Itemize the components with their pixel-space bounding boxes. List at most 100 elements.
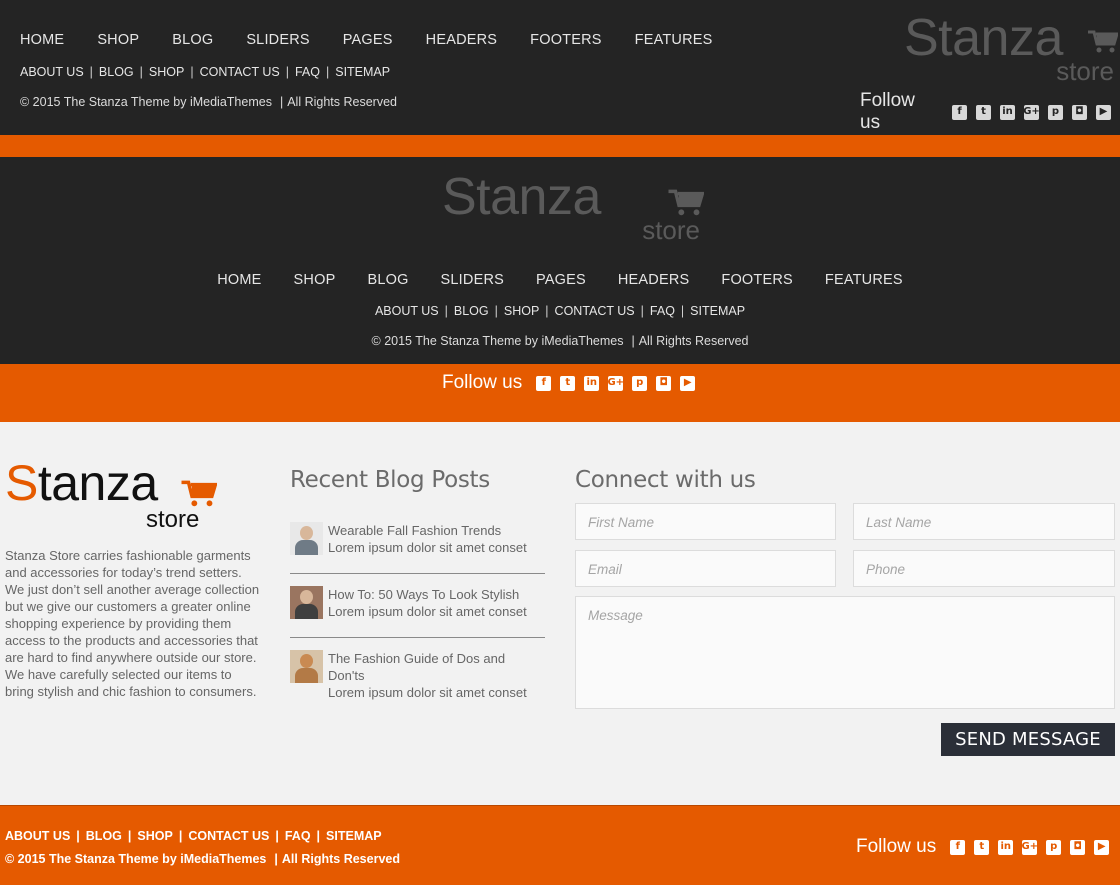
post-title[interactable]: The Fashion Guide of Dos and Don'ts <box>328 650 545 684</box>
facebook-icon[interactable]: f <box>536 375 552 391</box>
link-faq[interactable]: FAQ <box>295 65 320 79</box>
twitter-icon[interactable]: t <box>560 375 576 391</box>
follow-us: Follow us f t in G+ p ◘ ▶ <box>856 836 1118 858</box>
nav-sliders[interactable]: SLIDERS <box>441 272 504 288</box>
logo-rest: tanza <box>37 455 158 511</box>
nav-pages[interactable]: PAGES <box>536 272 586 288</box>
main-nav: HOME SHOP BLOG SLIDERS PAGES HEADERS FOO… <box>0 272 1120 288</box>
link-contact-us[interactable]: CONTACT US <box>188 829 269 843</box>
nav-shop[interactable]: SHOP <box>294 272 336 288</box>
link-sitemap[interactable]: SITEMAP <box>335 65 390 79</box>
twitter-icon[interactable]: t <box>974 839 990 855</box>
stanza-store-logo[interactable]: Stanza store <box>904 9 1118 86</box>
google-plus-icon[interactable]: G+ <box>607 375 624 391</box>
separator: | <box>494 304 498 318</box>
cart-icon <box>668 189 704 216</box>
separator: | <box>316 829 321 843</box>
separator: | <box>279 95 284 109</box>
link-blog[interactable]: BLOG <box>454 304 489 318</box>
post-title[interactable]: How To: 50 Ways To Look Stylish <box>328 586 527 603</box>
link-shop[interactable]: SHOP <box>504 304 539 318</box>
nav-blog[interactable]: BLOG <box>172 32 213 48</box>
footer-links: ABOUT US | BLOG | SHOP | CONTACT US | FAQ | S… <box>5 829 382 843</box>
youtube-icon[interactable]: ▶ <box>1094 839 1110 855</box>
link-contact-us[interactable]: CONTACT US <box>200 65 280 79</box>
nav-pages[interactable]: PAGES <box>343 32 393 48</box>
nav-blog[interactable]: BLOG <box>367 272 408 288</box>
facebook-icon[interactable]: f <box>952 104 967 120</box>
post-thumbnail[interactable] <box>290 586 323 619</box>
follow-us: Follow us f t in G+ p ◘ ▶ <box>442 372 704 394</box>
nav-home[interactable]: HOME <box>20 32 64 48</box>
link-blog[interactable]: BLOG <box>86 829 122 843</box>
about-text: Stanza Store carries fashionable garment… <box>5 548 260 699</box>
pinterest-icon[interactable]: p <box>632 375 648 391</box>
nav-footers[interactable]: FOOTERS <box>721 272 793 288</box>
nav-features[interactable]: FEATURES <box>635 32 713 48</box>
blog-post-item[interactable]: The Fashion Guide of Dos and Don'ts Lore… <box>290 650 545 702</box>
link-shop[interactable]: SHOP <box>149 65 184 79</box>
stanza-store-logo[interactable]: Stanza store <box>442 168 704 245</box>
youtube-icon[interactable]: ▶ <box>1096 104 1111 120</box>
stanza-store-logo[interactable]: Stanza store <box>5 455 217 537</box>
post-thumbnail[interactable] <box>290 650 323 683</box>
pinterest-icon[interactable]: p <box>1048 104 1063 120</box>
separator: | <box>545 304 549 318</box>
last-name-input[interactable]: Last Name <box>853 503 1115 540</box>
nav-sliders[interactable]: SLIDERS <box>246 32 309 48</box>
link-shop[interactable]: SHOP <box>137 829 172 843</box>
link-sitemap[interactable]: SITEMAP <box>690 304 745 318</box>
footer-links: ABOUT US | BLOG | SHOP | CONTACT US | FAQ | S… <box>0 304 1120 318</box>
link-faq[interactable]: FAQ <box>285 829 311 843</box>
nav-home[interactable]: HOME <box>217 272 261 288</box>
nav-footers[interactable]: FOOTERS <box>530 32 602 48</box>
google-plus-icon[interactable]: G+ <box>1023 104 1040 120</box>
link-contact-us[interactable]: CONTACT US <box>555 304 635 318</box>
instagram-icon[interactable]: ◘ <box>1070 839 1086 855</box>
separator: | <box>640 304 644 318</box>
separator: | <box>285 65 289 79</box>
rights-text: All Rights Reserved <box>638 334 749 348</box>
message-textarea[interactable]: Message <box>575 596 1115 709</box>
separator: | <box>325 65 330 79</box>
cart-icon <box>181 480 217 507</box>
copyright: © 2015 The Stanza Theme by iMediaThemes … <box>20 95 397 109</box>
send-message-button[interactable]: SEND MESSAGE <box>941 723 1115 756</box>
link-about-us[interactable]: ABOUT US <box>20 65 84 79</box>
pinterest-icon[interactable]: p <box>1046 839 1062 855</box>
post-title[interactable]: Wearable Fall Fashion Trends <box>328 522 527 539</box>
link-about-us[interactable]: ABOUT US <box>5 829 70 843</box>
twitter-icon[interactable]: t <box>976 104 991 120</box>
nav-shop[interactable]: SHOP <box>97 32 139 48</box>
facebook-icon[interactable]: f <box>950 839 966 855</box>
logo-stanza-text: Stanza <box>5 454 158 512</box>
post-excerpt: Lorem ipsum dolor sit amet conset <box>328 685 527 700</box>
blog-post-item[interactable]: Wearable Fall Fashion Trends Lorem ipsum… <box>290 522 545 574</box>
instagram-icon[interactable]: ◘ <box>1072 104 1087 120</box>
linkedin-icon[interactable]: in <box>1000 104 1015 120</box>
post-thumbnail[interactable] <box>290 522 323 555</box>
instagram-icon[interactable]: ◘ <box>656 375 672 391</box>
separator: | <box>127 829 132 843</box>
linkedin-icon[interactable]: in <box>584 375 600 391</box>
post-excerpt: Lorem ipsum dolor sit amet conset <box>328 540 527 555</box>
phone-input[interactable]: Phone <box>853 550 1115 587</box>
link-sitemap[interactable]: SITEMAP <box>326 829 382 843</box>
follow-label: Follow us <box>860 90 915 133</box>
footer-variant-3: Stanza store Stanza Store carries fashio… <box>0 422 1120 805</box>
nav-headers[interactable]: HEADERS <box>426 32 498 48</box>
google-plus-icon[interactable]: G+ <box>1021 839 1038 855</box>
first-name-input[interactable]: First Name <box>575 503 836 540</box>
link-blog[interactable]: BLOG <box>99 65 134 79</box>
social-links: f t in G+ p ◘ ▶ <box>536 375 704 391</box>
email-input[interactable]: Email <box>575 550 836 587</box>
copyright-text: © 2015 The Stanza Theme by iMediaThemes <box>5 852 267 866</box>
nav-headers[interactable]: HEADERS <box>618 272 690 288</box>
linkedin-icon[interactable]: in <box>998 839 1014 855</box>
link-about-us[interactable]: ABOUT US <box>375 304 439 318</box>
blog-post-item[interactable]: How To: 50 Ways To Look Stylish Lorem ip… <box>290 586 545 638</box>
nav-features[interactable]: FEATURES <box>825 272 903 288</box>
separator: | <box>274 852 278 866</box>
link-faq[interactable]: FAQ <box>650 304 675 318</box>
youtube-icon[interactable]: ▶ <box>680 375 696 391</box>
